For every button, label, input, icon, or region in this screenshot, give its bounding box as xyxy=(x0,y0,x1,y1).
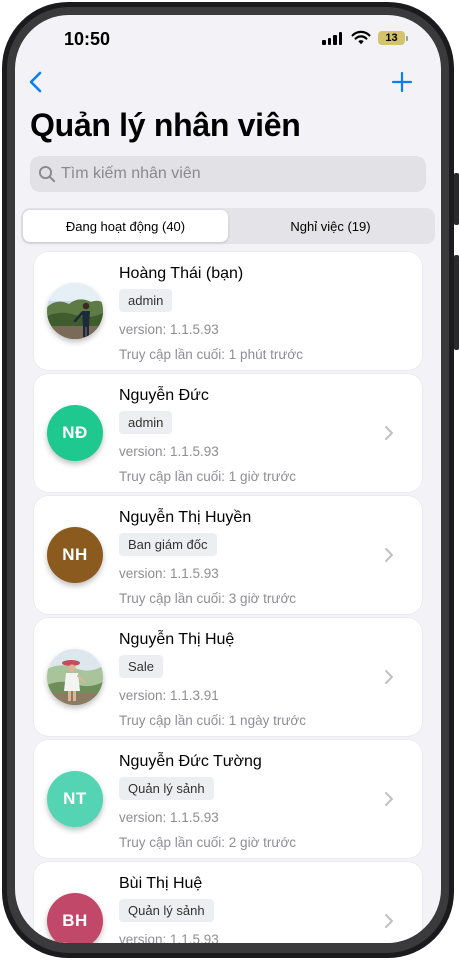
tab-active-employees[interactable]: Đang hoạt động (40) xyxy=(23,210,228,242)
avatar xyxy=(47,649,103,705)
app-version: version: 1.1.5.93 xyxy=(119,566,219,581)
last-access: Truy cập lần cuối: 1 phút trước xyxy=(119,347,303,362)
role-badge: Sale xyxy=(119,655,164,678)
phone-power-button xyxy=(454,255,459,350)
page-title: Quản lý nhân viên xyxy=(30,107,301,143)
tab-resigned-employees[interactable]: Nghỉ việc (19) xyxy=(228,210,433,242)
last-access: Truy cập lần cuối: 1 giờ trước xyxy=(119,469,297,484)
employee-card[interactable]: BH Bùi Thị Huệ Quản lý sảnh version: 1.1… xyxy=(34,862,422,943)
chevron-right-icon xyxy=(385,792,393,806)
employee-card[interactable]: Hoàng Thái (bạn) admin version: 1.1.5.93… xyxy=(34,252,422,370)
app-screen: 10:50 13 Quản lý nhân viên Đang hoạt độn… xyxy=(15,15,441,943)
employee-name: Bùi Thị Huệ xyxy=(119,875,203,892)
last-access: Truy cập lần cuối: 1 ngày trước xyxy=(119,713,306,728)
person-photo-icon xyxy=(47,649,103,705)
employee-name: Nguyễn Đức xyxy=(119,387,209,404)
wifi-icon xyxy=(351,30,371,45)
status-time: 10:50 xyxy=(64,29,111,49)
battery-icon: 13 xyxy=(378,31,408,45)
employee-name: Nguyễn Đức Tường xyxy=(119,753,262,770)
avatar: NH xyxy=(47,527,103,583)
chevron-right-icon xyxy=(385,548,393,562)
employee-card[interactable]: NĐ Nguyễn Đức admin version: 1.1.5.93 Tr… xyxy=(34,374,422,492)
back-button[interactable] xyxy=(25,67,49,97)
chevron-left-icon xyxy=(29,71,42,93)
role-badge: Quản lý sảnh xyxy=(119,899,214,922)
add-employee-button[interactable] xyxy=(389,69,415,95)
app-version: version: 1.1.3.91 xyxy=(119,688,219,703)
phone-side-button xyxy=(454,173,459,225)
employee-name: Nguyễn Thị Huyền xyxy=(119,509,252,526)
app-version: version: 1.1.5.93 xyxy=(119,932,219,943)
search-input[interactable] xyxy=(61,156,416,192)
role-badge: admin xyxy=(119,289,173,312)
role-badge: admin xyxy=(119,411,173,434)
chevron-right-icon xyxy=(385,670,393,684)
app-version: version: 1.1.5.93 xyxy=(119,444,219,459)
search-bar[interactable] xyxy=(30,156,426,192)
avatar: NT xyxy=(47,771,103,827)
avatar: NĐ xyxy=(47,405,103,461)
search-icon xyxy=(38,165,56,183)
person-photo-icon xyxy=(47,283,103,339)
avatar xyxy=(47,283,103,339)
employee-card[interactable]: NT Nguyễn Đức Tường Quản lý sảnh version… xyxy=(34,740,422,858)
chevron-right-icon xyxy=(385,426,393,440)
plus-icon xyxy=(391,71,413,93)
employee-name: Hoàng Thái (bạn) xyxy=(119,265,244,282)
role-badge: Quản lý sảnh xyxy=(119,777,214,800)
role-badge: Ban giám đốc xyxy=(119,533,217,556)
status-segmented-control: Đang hoạt động (40) Nghỉ việc (19) xyxy=(21,208,435,244)
avatar: BH xyxy=(47,893,103,943)
employee-card[interactable]: Nguyễn Thị Huệ Sale version: 1.1.3.91 Tr… xyxy=(34,618,422,736)
employee-name: Nguyễn Thị Huệ xyxy=(119,631,235,648)
employee-card[interactable]: NH Nguyễn Thị Huyền Ban giám đốc version… xyxy=(34,496,422,614)
app-version: version: 1.1.5.93 xyxy=(119,810,219,825)
app-version: version: 1.1.5.93 xyxy=(119,322,219,337)
chevron-right-icon xyxy=(385,914,393,928)
cellular-signal-icon xyxy=(322,32,342,45)
last-access: Truy cập lần cuối: 2 giờ trước xyxy=(119,835,297,850)
last-access: Truy cập lần cuối: 3 giờ trước xyxy=(119,591,297,606)
